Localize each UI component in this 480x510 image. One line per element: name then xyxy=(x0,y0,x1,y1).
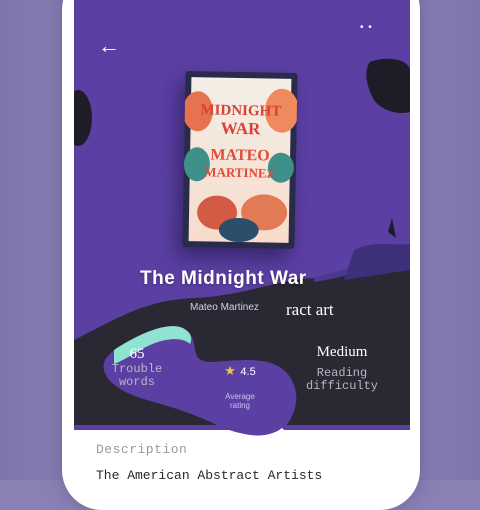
arrow-left-icon: ← xyxy=(98,33,120,58)
app-screen: ← • • MIDNIGHT WAR MATEO MARTINEZ The Mi… xyxy=(74,0,410,480)
difficulty-label-2: difficulty xyxy=(305,379,378,393)
difficulty-value: Medium xyxy=(316,344,368,360)
cover-title: MIDNIGHT xyxy=(200,102,282,120)
book-author: Mateo Martinez xyxy=(190,302,259,313)
more-icon: • • xyxy=(360,22,373,33)
rating-label: Average xyxy=(225,392,255,401)
stat-trouble-words: 65 Trouble words xyxy=(102,346,172,389)
cover-title-2: WAR xyxy=(220,118,261,139)
star-icon: ★ xyxy=(224,363,236,378)
back-button[interactable]: ← xyxy=(98,34,128,58)
more-button[interactable]: • • xyxy=(360,22,373,33)
cover-artwork: MIDNIGHT WAR MATEO MARTINEZ xyxy=(182,77,298,243)
stat-average-rating: ★ 4.5 Average rating xyxy=(212,362,268,410)
stat-reading-difficulty: Medium Reading difficulty xyxy=(292,344,392,393)
book-title: The Midnight War xyxy=(140,268,307,289)
description-text: The American Abstract Artists xyxy=(96,468,323,480)
rating-value: 4.5 xyxy=(240,366,256,378)
cover-author-2: MARTINEZ xyxy=(204,164,276,181)
rating-label-2: rating xyxy=(229,401,250,410)
trouble-words-label-2: words xyxy=(118,375,155,389)
book-cover[interactable]: MIDNIGHT WAR MATEO MARTINEZ xyxy=(182,71,298,249)
trouble-words-value: 65 xyxy=(129,346,145,362)
cover-author: MATEO xyxy=(210,146,270,165)
description-heading: Description xyxy=(96,442,188,457)
